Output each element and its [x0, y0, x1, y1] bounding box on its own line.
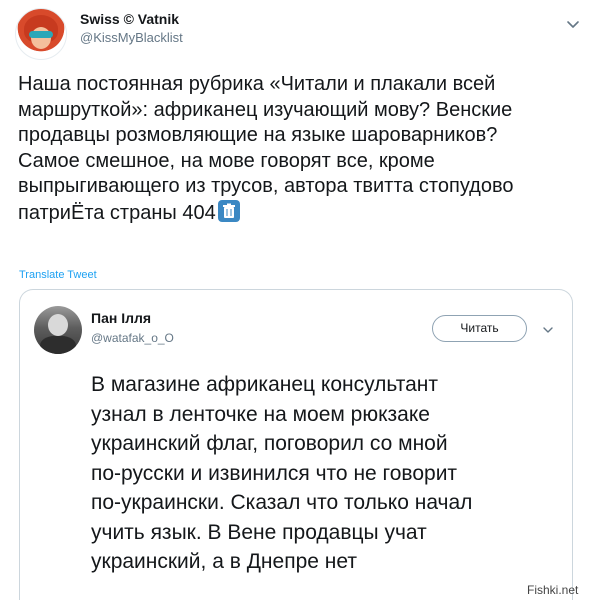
tweet-text-line: Наша постоянная рубрика «Читали и плакал… [18, 73, 496, 95]
quoted-author-avatar[interactable] [34, 306, 82, 354]
quoted-author-handle[interactable]: @watafak_o_O [91, 331, 174, 345]
tweet-menu-chevron-down-icon[interactable] [565, 16, 581, 32]
avatar-body [40, 336, 76, 354]
quoted-tweet-text: В магазине африканец консультант узнал в… [91, 370, 561, 577]
author-handle[interactable]: @KissMyBlacklist [80, 30, 183, 45]
tweet-text-line: продавцы розмовляющие на языке шароварни… [18, 124, 498, 146]
wastebasket-icon [217, 199, 240, 222]
translate-tweet-link[interactable]: Translate Tweet [19, 269, 97, 281]
author-avatar[interactable] [15, 8, 67, 60]
watermark: Fishki.net [527, 583, 579, 597]
quoted-text-line: В магазине африканец консультант [91, 373, 438, 396]
avatar-glasses [29, 31, 53, 38]
author-name[interactable]: Swiss © Vatnik [80, 11, 179, 27]
avatar-head [48, 314, 68, 336]
tweet-text-line: выпрыгивающего из трусов, автора твитта … [18, 175, 514, 197]
tweet-text-line: маршруткой»: африканец изучающий мову? В… [18, 98, 513, 121]
tweet-text: Наша постоянная рубрика «Читали и плакал… [18, 72, 588, 226]
quoted-text-line: узнал в ленточке на моем рюкзаке [91, 402, 430, 426]
quoted-text-line: учить язык. В Вене продавцы учат [91, 520, 427, 544]
quoted-text-line: по-украински. Сказал что только начал [91, 491, 473, 514]
follow-button[interactable]: Читать [432, 315, 527, 342]
quoted-text-line: по-русски и извинился что не говорит [91, 461, 458, 485]
tweet-text-line: Самое смешное, на мове говорят все, кром… [18, 149, 435, 172]
quoted-menu-chevron-down-icon[interactable] [541, 323, 555, 337]
quoted-text-line: украинский, а в Днепре нет [91, 550, 357, 573]
quoted-tweet[interactable]: Пан Ілля @watafak_o_O Читать В магазине … [19, 289, 573, 600]
tweet-text-last-line: патриЁта страны 404 [18, 199, 588, 227]
tweet-card: Swiss © Vatnik @KissMyBlacklist Наша пос… [0, 0, 596, 600]
tweet-text-line: патриЁта страны 404 [18, 201, 216, 224]
quoted-author-name[interactable]: Пан Ілля [91, 310, 151, 326]
quoted-text-line: украинский флаг, поговорил со мной [91, 432, 448, 455]
